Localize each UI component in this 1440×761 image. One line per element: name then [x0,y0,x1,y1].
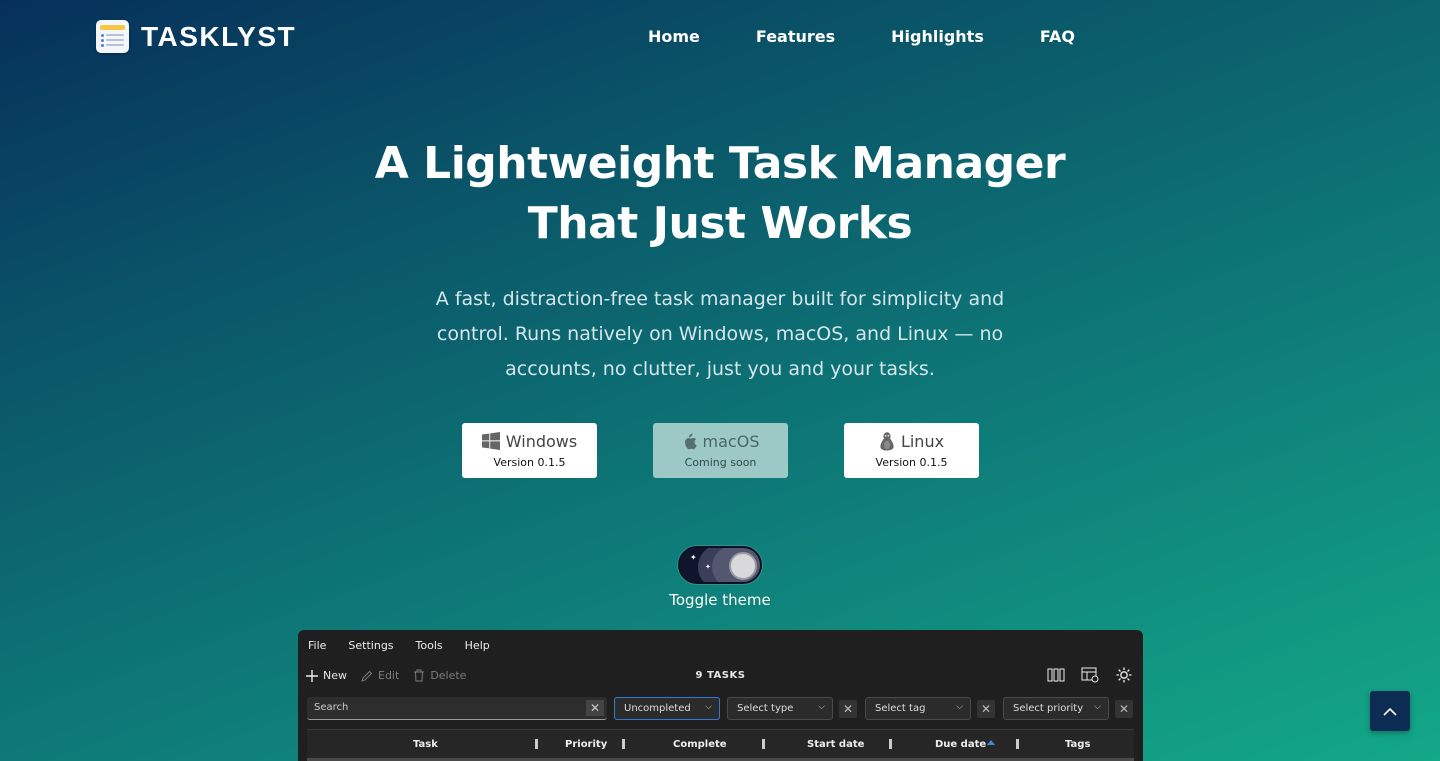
download-version: Version 0.1.5 [875,456,948,469]
nav-faq[interactable]: FAQ [1040,27,1075,46]
chevron-up-icon [1383,707,1397,716]
search-input[interactable]: Search ✕ [307,697,607,720]
menu-help[interactable]: Help [465,639,490,652]
chevron-down-icon: ⌵ [1094,702,1101,712]
chevron-down-icon: ⌵ [818,702,825,712]
tag-filter-select[interactable]: Select tag ⌵ [865,697,971,720]
clear-search-icon[interactable]: ✕ [586,700,604,716]
priority-filter-select[interactable]: Select priority ⌵ [1003,697,1109,720]
type-filter-value: Select type [737,703,794,714]
column-start-date[interactable]: Start date [807,739,864,750]
nav-features[interactable]: Features [756,27,835,46]
type-filter-select[interactable]: Select type ⌵ [727,697,833,720]
status-filter-value: Uncompleted [624,703,691,714]
clear-tag-icon[interactable]: ✕ [977,700,995,718]
download-name: macOS [702,431,760,451]
download-version: Version 0.1.5 [493,456,566,469]
chevron-down-icon: ⌵ [956,702,963,712]
table-settings-icon[interactable] [1081,666,1099,684]
download-macos-button[interactable]: macOS Coming soon [653,423,788,478]
column-resize-handle[interactable] [622,739,625,749]
column-resize-handle[interactable] [1016,739,1019,749]
main-nav: Home Features Highlights FAQ [648,27,1075,46]
task-count: 9 TASKS [695,670,746,681]
toggle-theme-label: Toggle theme [669,591,771,609]
sun-theme-icon[interactable] [1115,666,1133,684]
nav-highlights[interactable]: Highlights [891,27,984,46]
clear-type-icon[interactable]: ✕ [839,700,857,718]
search-placeholder: Search [314,702,349,713]
menu-file[interactable]: File [308,639,326,652]
chevron-down-icon: ⌵ [705,702,712,712]
hero-title-line-2: That Just Works [527,198,913,249]
column-due-date[interactable]: Due date [935,739,986,750]
toggle-knob [729,552,757,580]
clear-priority-icon[interactable]: ✕ [1115,700,1133,718]
download-windows-button[interactable]: Windows Version 0.1.5 [462,423,597,478]
download-linux-button[interactable]: Linux Version 0.1.5 [844,423,979,478]
star-icon: ✦ [690,553,697,562]
apple-icon [684,433,697,449]
task-table-header: Task Priority Complete Start date Due da… [307,729,1134,761]
brand-logo[interactable]: TASKLYST [96,20,296,53]
tag-filter-value: Select tag [875,703,926,714]
column-resize-handle[interactable] [535,739,538,749]
theme-toggle-switch[interactable]: ✦ ✦ [678,546,762,584]
view-tools [1047,666,1133,684]
hero-title: A Lightweight Task Manager That Just Wor… [0,134,1440,254]
download-name: Windows [505,431,578,451]
column-task[interactable]: Task [413,739,438,750]
scroll-to-top-button[interactable] [1370,691,1410,731]
hero-title-line-1: A Lightweight Task Manager [374,138,1066,189]
brand-name: TASKLYST [141,20,297,52]
windows-icon [481,432,500,450]
checklist-logo-icon [96,20,129,53]
hero-subtitle: A fast, distraction-free task manager bu… [435,288,1005,380]
column-complete[interactable]: Complete [673,739,727,750]
column-priority[interactable]: Priority [565,739,607,750]
menu-settings[interactable]: Settings [348,639,393,652]
linux-icon [880,431,894,450]
column-resize-handle[interactable] [889,739,892,749]
status-filter-select[interactable]: Uncompleted ⌵ [614,697,720,720]
columns-view-icon[interactable] [1047,666,1065,684]
sort-ascending-icon [987,740,995,745]
star-icon: ✦ [705,563,711,571]
download-version: Coming soon [684,456,757,469]
priority-filter-value: Select priority [1013,703,1084,714]
download-name: Linux [900,431,945,451]
nav-home[interactable]: Home [648,27,700,46]
menu-tools[interactable]: Tools [416,639,443,652]
app-menubar: File Settings Tools Help [308,639,512,652]
column-tags[interactable]: Tags [1065,739,1090,750]
app-preview-window: File Settings Tools Help New Edit Delete… [298,630,1143,761]
column-resize-handle[interactable] [762,739,765,749]
